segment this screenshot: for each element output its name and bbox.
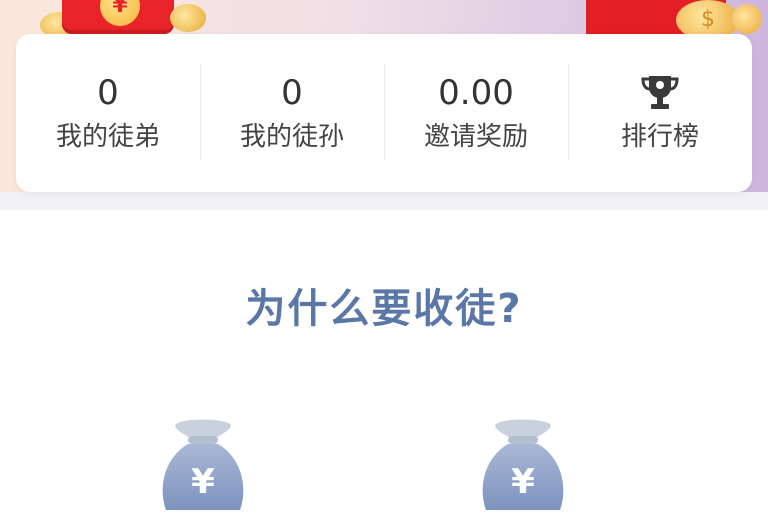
trophy-icon	[638, 73, 682, 113]
stat-invite-rewards[interactable]: 0.00 邀请奖励	[384, 34, 568, 192]
money-bag-icon: ¥	[478, 418, 568, 528]
stat-value: 0	[97, 73, 119, 113]
gold-coin	[732, 4, 762, 34]
stat-label: 邀请奖励	[423, 122, 528, 152]
section-title: 为什么要收徒?	[245, 286, 523, 332]
stat-label: 我的徒孙	[239, 122, 344, 152]
stat-label: 排行榜	[620, 122, 699, 152]
stat-label: 我的徒弟	[55, 122, 160, 152]
stats-card: 0 我的徒弟 0 我的徒孙 0.00 邀请奖励 排行榜	[16, 34, 752, 192]
money-bag-icon: ¥	[158, 418, 248, 528]
leaderboard-button[interactable]: 排行榜	[568, 34, 752, 192]
stat-value: 0	[281, 73, 303, 113]
stat-value: 0.00	[438, 73, 514, 113]
banner-divider	[0, 192, 768, 210]
stat-apprentices[interactable]: 0 我的徒弟	[16, 34, 200, 192]
gold-coin-pile	[170, 4, 206, 32]
yen-symbol: ¥	[191, 462, 215, 502]
yen-symbol: ¥	[511, 462, 535, 502]
stat-grand-apprentices[interactable]: 0 我的徒孙	[200, 34, 384, 192]
